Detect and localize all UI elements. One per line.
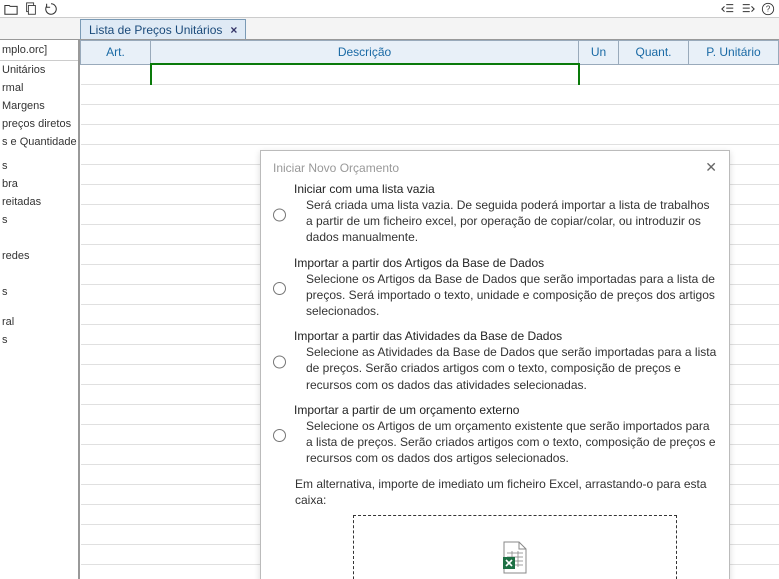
outdent-icon[interactable]	[721, 2, 735, 16]
col-header-un[interactable]: Un	[579, 41, 619, 65]
option-label: Importar a partir das Atividades da Base…	[294, 329, 717, 343]
dialog-option[interactable]: Importar a partir das Atividades da Base…	[273, 329, 717, 393]
sidebar-item[interactable]: bra	[0, 175, 78, 193]
col-header-art[interactable]: Art.	[81, 41, 151, 65]
sidebar-item[interactable]: s	[0, 283, 78, 301]
excel-file-icon	[501, 541, 529, 578]
dialog-option[interactable]: Importar a partir dos Artigos da Base de…	[273, 256, 717, 320]
svg-text:?: ?	[766, 4, 771, 13]
tab-label: Lista de Preços Unitários	[89, 23, 222, 37]
table-row[interactable]	[81, 64, 779, 84]
col-header-quant[interactable]: Quant.	[619, 41, 689, 65]
col-header-punit[interactable]: P. Unitário	[689, 41, 779, 65]
sidebar: mplo.orc] UnitáriosrmalMargenspreços dir…	[0, 40, 80, 579]
option-label: Iniciar com uma lista vazia	[294, 182, 717, 196]
sidebar-item[interactable]: ral	[0, 313, 78, 331]
sidebar-item[interactable]: reitadas	[0, 193, 78, 211]
sidebar-item[interactable]: redes	[0, 247, 78, 265]
option-radio[interactable]	[273, 258, 286, 320]
table-row[interactable]	[81, 104, 779, 124]
sidebar-item[interactable]: preços diretos	[0, 115, 78, 133]
table-row[interactable]	[81, 84, 779, 104]
option-label: Importar a partir dos Artigos da Base de…	[294, 256, 717, 270]
sidebar-item[interactable]: Unitários	[0, 61, 78, 79]
sidebar-file-label: mplo.orc]	[0, 40, 78, 61]
col-header-desc[interactable]: Descrição	[151, 41, 579, 65]
option-radio[interactable]	[273, 184, 286, 246]
option-desc: Selecione os Artigos de um orçamento exi…	[306, 418, 717, 467]
sidebar-item[interactable]: s	[0, 331, 78, 349]
toolbar: ?	[0, 0, 779, 18]
close-icon[interactable]: ×	[230, 23, 237, 37]
dialog-close-icon[interactable]: ✕	[705, 159, 717, 176]
sidebar-item[interactable]: rmal	[0, 79, 78, 97]
folder-icon[interactable]	[4, 2, 18, 16]
tab-bar: Lista de Preços Unitários ×	[0, 18, 779, 40]
dialog-option[interactable]: Iniciar com uma lista vaziaSerá criada u…	[273, 182, 717, 246]
refresh-icon[interactable]	[44, 2, 58, 16]
option-desc: Selecione os Artigos da Base de Dados qu…	[306, 271, 717, 320]
sidebar-item[interactable]: s e Quantidade	[0, 133, 78, 151]
table-row[interactable]	[81, 124, 779, 144]
excel-dropzone[interactable]	[353, 515, 677, 579]
new-budget-dialog: Iniciar Novo Orçamento ✕ Iniciar com uma…	[260, 150, 730, 579]
help-icon[interactable]: ?	[761, 2, 775, 16]
tab-price-list[interactable]: Lista de Preços Unitários ×	[80, 19, 246, 39]
sidebar-item[interactable]: s	[0, 211, 78, 229]
copy-icon[interactable]	[24, 2, 38, 16]
sidebar-item[interactable]: Margens	[0, 97, 78, 115]
dialog-option[interactable]: Importar a partir de um orçamento extern…	[273, 403, 717, 467]
option-desc: Será criada uma lista vazia. De seguida …	[306, 197, 717, 246]
dialog-title: Iniciar Novo Orçamento	[273, 161, 399, 175]
dialog-alt-text: Em alternativa, importe de imediato um f…	[295, 476, 717, 508]
option-label: Importar a partir de um orçamento extern…	[294, 403, 717, 417]
sidebar-item[interactable]: s	[0, 157, 78, 175]
indent-icon[interactable]	[741, 2, 755, 16]
grid-area: Art. Descrição Un Quant. P. Unitário Ini…	[80, 40, 779, 579]
option-radio[interactable]	[273, 331, 286, 393]
option-desc: Selecione as Atividades da Base de Dados…	[306, 344, 717, 393]
option-radio[interactable]	[273, 405, 286, 467]
